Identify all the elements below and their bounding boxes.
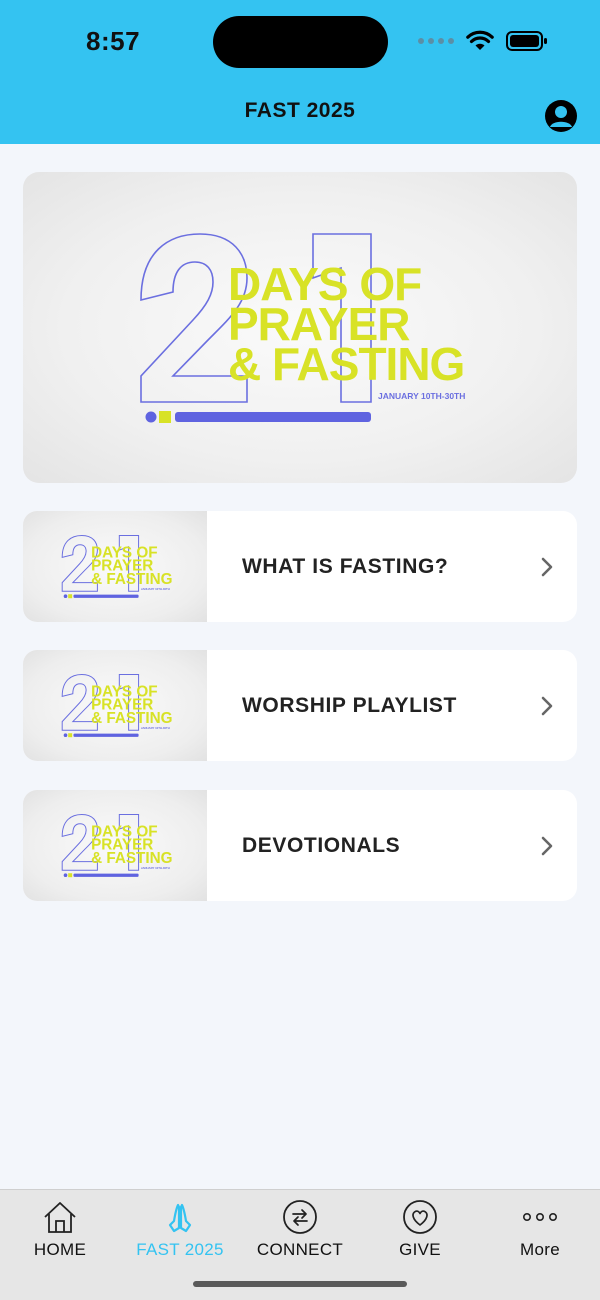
connect-arrows-icon (283, 1200, 317, 1234)
praying-hands-icon (168, 1203, 192, 1233)
card-thumbnail: DAYS OF PRAYER & FASTING JANUARY 10TH-30… (23, 650, 207, 761)
tab-label: HOME (33, 1240, 87, 1259)
card-what-is-fasting[interactable]: DAYS OF PRAYER & FASTING JANUARY 10TH-30… (23, 511, 577, 622)
card-thumbnail: DAYS OF PRAYER & FASTING JANUARY 10TH-30… (23, 511, 207, 622)
thumb-line-3: & FASTING (91, 710, 172, 727)
wifi-icon (466, 30, 494, 50)
chevron-right-icon (517, 556, 577, 578)
battery-icon (506, 31, 547, 51)
status-time: 8:57 (86, 26, 141, 56)
home-icon (44, 1202, 76, 1233)
tab-fast-2025[interactable]: FAST 2025 (120, 1198, 240, 1260)
hero-artwork: DAYS OF PRAYER & FASTING JANUARY 10TH-30… (140, 233, 465, 423)
tab-connect[interactable]: CONNECT (240, 1198, 360, 1260)
more-dots-icon (522, 1212, 557, 1222)
thumb-dates: JANUARY 10TH-30TH (141, 726, 170, 730)
hero-dates: JANUARY 10TH-30TH (378, 391, 465, 401)
chevron-right-icon (517, 695, 577, 717)
heart-icon (403, 1200, 437, 1234)
hero-line-3: & FASTING (228, 338, 464, 390)
top-bar: 8:57 FAST 2025 (0, 0, 600, 144)
status-indicators (418, 30, 548, 52)
profile-icon[interactable] (544, 99, 578, 133)
hero-square (159, 411, 171, 423)
thumb-dates: JANUARY 10TH-30TH (141, 866, 170, 870)
card-label: DEVOTIONALS (242, 833, 401, 857)
tab-label: CONNECT (256, 1240, 344, 1259)
card-worship-playlist[interactable]: DAYS OF PRAYER & FASTING JANUARY 10TH-30… (23, 650, 577, 761)
thumb-line-3: & FASTING (91, 571, 172, 588)
chevron-right-icon (517, 835, 577, 857)
hero-dot (145, 411, 157, 423)
tab-label: More (520, 1240, 560, 1259)
tab-more[interactable]: More (480, 1198, 600, 1260)
home-indicator (193, 1281, 407, 1287)
dynamic-island (213, 16, 388, 68)
card-label: WHAT IS FASTING? (242, 554, 449, 578)
cellular-signal-icon (418, 38, 454, 44)
card-thumbnail: DAYS OF PRAYER & FASTING JANUARY 10TH-30… (23, 790, 207, 901)
hero-bar (175, 412, 371, 422)
tab-give[interactable]: GIVE (360, 1198, 480, 1260)
tab-home[interactable]: HOME (0, 1198, 120, 1260)
thumb-dates: JANUARY 10TH-30TH (141, 587, 170, 591)
page-title: FAST 2025 (244, 99, 356, 122)
tab-label: FAST 2025 (136, 1240, 224, 1259)
tab-label: GIVE (399, 1240, 441, 1259)
thumb-line-3: & FASTING (91, 850, 172, 867)
hero-banner[interactable]: DAYS OF PRAYER & FASTING JANUARY 10TH-30… (23, 172, 577, 483)
card-label: WORSHIP PLAYLIST (242, 693, 457, 717)
card-devotionals[interactable]: DAYS OF PRAYER & FASTING JANUARY 10TH-30… (23, 790, 577, 901)
